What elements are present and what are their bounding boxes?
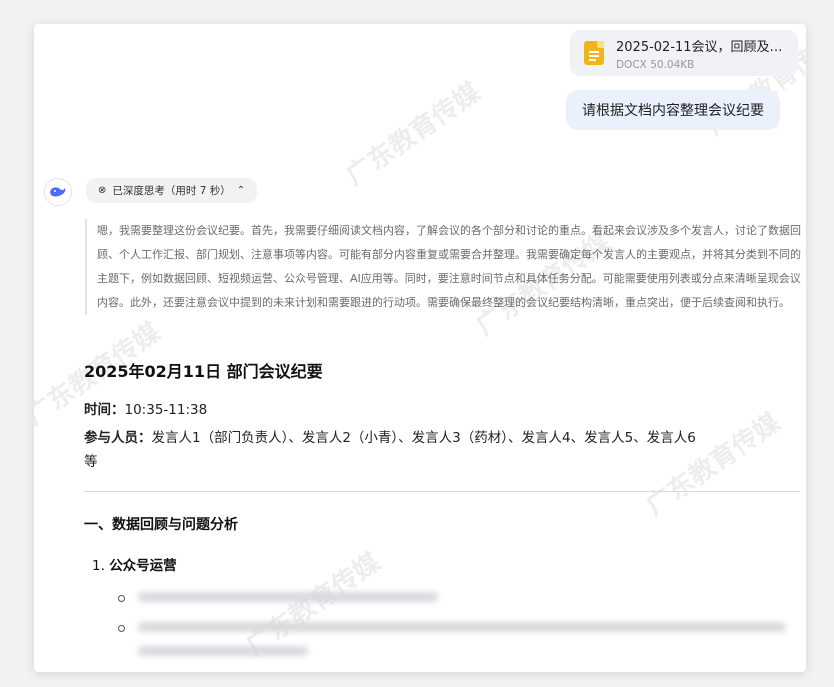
file-name: 2025-02-11会议，回顾及… xyxy=(616,39,782,55)
atom-icon: ⊗ xyxy=(98,185,107,196)
whale-logo-icon xyxy=(44,178,72,206)
minutes-title: 2025年02月11日 部门会议纪要 xyxy=(84,362,323,381)
chat-window: 广东教育传媒 广东教育传媒 广东教育传媒 广东教育传媒 广东教育传媒 广东教育传… xyxy=(34,24,806,672)
attendees-value-cont: 等 xyxy=(84,454,98,470)
time-label: 时间 xyxy=(84,402,111,418)
blurred-list-item xyxy=(138,592,438,602)
subsection-title: 公众号运营 xyxy=(109,558,177,574)
blurred-list-item xyxy=(138,622,786,632)
bullet-icon xyxy=(118,625,125,632)
deep-thinking-label: 已深度思考（用时 7 秒） xyxy=(112,185,231,197)
bullet-icon xyxy=(118,595,125,602)
meeting-time: 时间：10:35-11:38 xyxy=(84,402,208,418)
watermark: 广东教育传媒 xyxy=(240,547,386,662)
divider xyxy=(84,491,800,492)
document-icon xyxy=(584,41,604,65)
file-size: DOCX 50.04KB xyxy=(616,58,695,71)
chevron-up-icon: ⌃ xyxy=(236,185,246,196)
attendees-label: 参与人员 xyxy=(84,430,138,446)
meeting-attendees: 参与人员：发言人1（部门负责人）、发言人2（小青）、发言人3（药材）、发言人4、… xyxy=(84,430,696,470)
section-heading: 一、数据回顾与问题分析 xyxy=(84,517,238,533)
thinking-content: 嗯，我需要整理这份会议纪要。首先，我需要仔细阅读文档内容，了解会议的各个部分和讨… xyxy=(85,219,806,315)
subsection-heading: 1. 公众号运营 xyxy=(92,554,177,574)
subsection-number: 1. xyxy=(92,558,105,574)
attendees-value: 发言人1（部门负责人）、发言人2（小青）、发言人3（药材）、发言人4、发言人5、… xyxy=(151,430,696,446)
attached-file-card[interactable]: 2025-02-11会议，回顾及… DOCX 50.04KB xyxy=(570,30,798,76)
deep-thinking-toggle[interactable]: ⊗ 已深度思考（用时 7 秒） ⌃ xyxy=(86,178,258,203)
watermark: 广东教育传媒 xyxy=(340,77,486,192)
user-message-bubble: 请根据文档内容整理会议纪要 xyxy=(566,90,780,130)
blurred-list-item-cont xyxy=(138,646,308,656)
time-value: 10:35-11:38 xyxy=(124,402,208,418)
